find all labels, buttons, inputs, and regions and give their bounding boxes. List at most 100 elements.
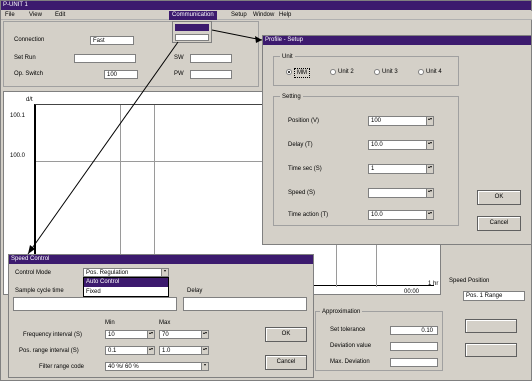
sample-field[interactable] bbox=[13, 297, 177, 311]
menu-file[interactable]: File bbox=[5, 11, 15, 20]
sw-field[interactable] bbox=[190, 54, 232, 63]
control-mode-dropdown-list[interactable]: Auto Control Fixed bbox=[83, 277, 169, 297]
control-row-max-value-2: 1.0 bbox=[162, 348, 171, 354]
control-row-max-value-1: 70 bbox=[162, 332, 169, 338]
op-switch-label: Op. Switch bbox=[14, 71, 44, 77]
pw-label: PW bbox=[174, 71, 184, 77]
control-row-min-value-2: 0.1 bbox=[108, 348, 117, 354]
control-row-min-1[interactable]: 10 ▴▾ bbox=[105, 330, 155, 339]
setting-field-delay[interactable]: 10.0 ▴▾ bbox=[368, 140, 434, 150]
setting-group-label: Setting bbox=[280, 93, 303, 101]
menu-setup[interactable]: Setup bbox=[231, 11, 247, 20]
spin-icon[interactable]: ▴▾ bbox=[426, 165, 433, 173]
control-mode-value: Pos. Regulation bbox=[86, 270, 129, 276]
control-ok-button[interactable]: OK bbox=[265, 327, 307, 342]
spin-icon[interactable]: ▴▾ bbox=[147, 331, 154, 338]
unit-radio-3[interactable] bbox=[374, 69, 380, 75]
unit-radio-1[interactable] bbox=[286, 69, 292, 75]
profile-title-bar: Profile - Setup bbox=[263, 36, 531, 45]
communication-dropdown-item[interactable] bbox=[175, 34, 209, 41]
spin-icon[interactable]: ▴▾ bbox=[426, 141, 433, 149]
setting-field-speed[interactable]: ▴▾ bbox=[368, 188, 434, 198]
x-value-label: 00:00 bbox=[404, 289, 420, 295]
approx-row-label-3: Max. Deviation bbox=[330, 359, 370, 365]
approximation-group: Approximation Set tolerance 0.10 Deviati… bbox=[315, 308, 443, 371]
x-unit-label: 1 hr bbox=[428, 281, 439, 287]
menu-communication[interactable]: Communication bbox=[169, 11, 217, 20]
setting-label-time-sec: Time sec (S) bbox=[288, 166, 322, 172]
unit-group: Unit MM Unit 2 Unit 3 Unit 4 bbox=[273, 53, 459, 86]
control-row-label-2: Pos. range interval (S) bbox=[19, 348, 79, 354]
y-axis-label: d/t bbox=[26, 97, 33, 103]
spin-icon[interactable]: ▴▾ bbox=[426, 189, 433, 197]
unit-radio-label-3[interactable]: Unit 3 bbox=[382, 68, 398, 76]
connection-field[interactable]: Fast bbox=[90, 36, 134, 45]
setting-value-position: 100 bbox=[371, 118, 382, 124]
approx-row-field-1[interactable]: 0.10 bbox=[390, 326, 438, 335]
approximation-title: Approximation bbox=[320, 308, 363, 316]
control-row-label-1: Frequency interval (S) bbox=[23, 332, 83, 338]
menu-help[interactable]: Help bbox=[279, 11, 291, 20]
control-cancel-button[interactable]: Cancel bbox=[265, 355, 307, 370]
profile-ok-button[interactable]: OK bbox=[477, 190, 521, 205]
side-button-2[interactable] bbox=[465, 343, 517, 357]
unit-radio-label-2[interactable]: Unit 2 bbox=[338, 68, 354, 76]
setting-label-position: Position (V) bbox=[288, 118, 320, 124]
y-tick-mid: 100.0 bbox=[10, 153, 26, 159]
pw-field[interactable] bbox=[190, 70, 232, 79]
unit-radio-4[interactable] bbox=[418, 69, 424, 75]
setting-group: Setting Position (V) 100 ▴▾ Delay (T) 10… bbox=[273, 93, 459, 226]
control-row-value-3: 40 %/ 60 % bbox=[108, 364, 139, 370]
spin-icon[interactable]: ▴▾ bbox=[201, 331, 208, 338]
profile-setup-window: Profile - Setup Unit MM Unit 2 Unit 3 Un… bbox=[262, 35, 532, 245]
control-row-max-1[interactable]: 70 ▴▾ bbox=[159, 330, 209, 339]
column-min-label: Min bbox=[105, 320, 115, 326]
control-mode-select[interactable]: Pos. Regulation ▾ bbox=[83, 268, 169, 277]
spin-icon[interactable]: ▴▾ bbox=[201, 347, 208, 354]
profile-title: Profile - Setup bbox=[265, 37, 304, 43]
delay-label: Delay bbox=[187, 288, 203, 294]
sample-label: Sample cycle time bbox=[15, 288, 64, 294]
op-switch-field[interactable]: 100 bbox=[104, 70, 138, 79]
menu-edit[interactable]: Edit bbox=[55, 11, 65, 20]
unit-group-label: Unit bbox=[280, 53, 295, 61]
control-row-max-2[interactable]: 1.0 ▴▾ bbox=[159, 346, 209, 355]
main-title: P-UNIT 1 bbox=[3, 2, 28, 8]
chevron-down-icon[interactable]: ▾ bbox=[161, 269, 168, 276]
control-row-min-2[interactable]: 0.1 ▴▾ bbox=[105, 346, 155, 355]
y-tick-top: 100.1 bbox=[10, 113, 26, 119]
setting-label-time-action: Time action (T) bbox=[288, 212, 329, 218]
approx-row-field-2[interactable] bbox=[390, 342, 438, 351]
control-mode-label: Control Mode bbox=[15, 270, 52, 276]
speed-position-field[interactable]: Pos. 1 Range bbox=[463, 291, 525, 301]
spin-icon[interactable]: ▴▾ bbox=[426, 117, 433, 125]
chevron-down-icon[interactable]: ▾ bbox=[201, 363, 208, 370]
setting-field-position[interactable]: 100 ▴▾ bbox=[368, 116, 434, 126]
communication-dropdown-selected[interactable] bbox=[175, 24, 209, 31]
dropdown-option-1[interactable]: Auto Control bbox=[84, 278, 168, 287]
approx-row-field-3[interactable] bbox=[390, 358, 438, 367]
setting-value-delay: 10.0 bbox=[371, 142, 383, 148]
communication-dropdown[interactable] bbox=[172, 21, 212, 43]
delay-field[interactable] bbox=[183, 297, 307, 311]
unit-radio-label-1[interactable]: MM bbox=[294, 68, 310, 78]
menu-view[interactable]: View bbox=[29, 11, 42, 20]
unit-radio-2[interactable] bbox=[330, 69, 336, 75]
setting-field-time-sec[interactable]: 1 ▴▾ bbox=[368, 164, 434, 174]
control-row-select-3[interactable]: 40 %/ 60 % ▾ bbox=[105, 362, 209, 371]
setting-field-time-action[interactable]: 10.0 ▴▾ bbox=[368, 210, 434, 220]
column-max-label: Max bbox=[159, 320, 171, 326]
menu-window[interactable]: Window bbox=[253, 11, 274, 20]
setting-label-delay: Delay (T) bbox=[288, 142, 313, 148]
spin-icon[interactable]: ▴▾ bbox=[426, 211, 433, 219]
menu-bar: File View Edit Communication Setup Windo… bbox=[1, 11, 532, 20]
set-run-field[interactable] bbox=[74, 54, 136, 63]
spin-icon[interactable]: ▴▾ bbox=[147, 347, 154, 354]
unit-radio-label-4[interactable]: Unit 4 bbox=[426, 68, 442, 76]
info-panel: Connection Fast Set Run Op. Switch 100 S… bbox=[3, 21, 259, 87]
dropdown-option-2[interactable]: Fixed bbox=[84, 288, 168, 297]
side-button-1[interactable] bbox=[465, 319, 517, 333]
approx-row-label-2: Deviation value bbox=[330, 343, 372, 349]
setting-value-time-action: 10.0 bbox=[371, 212, 383, 218]
profile-cancel-button[interactable]: Cancel bbox=[477, 216, 521, 231]
